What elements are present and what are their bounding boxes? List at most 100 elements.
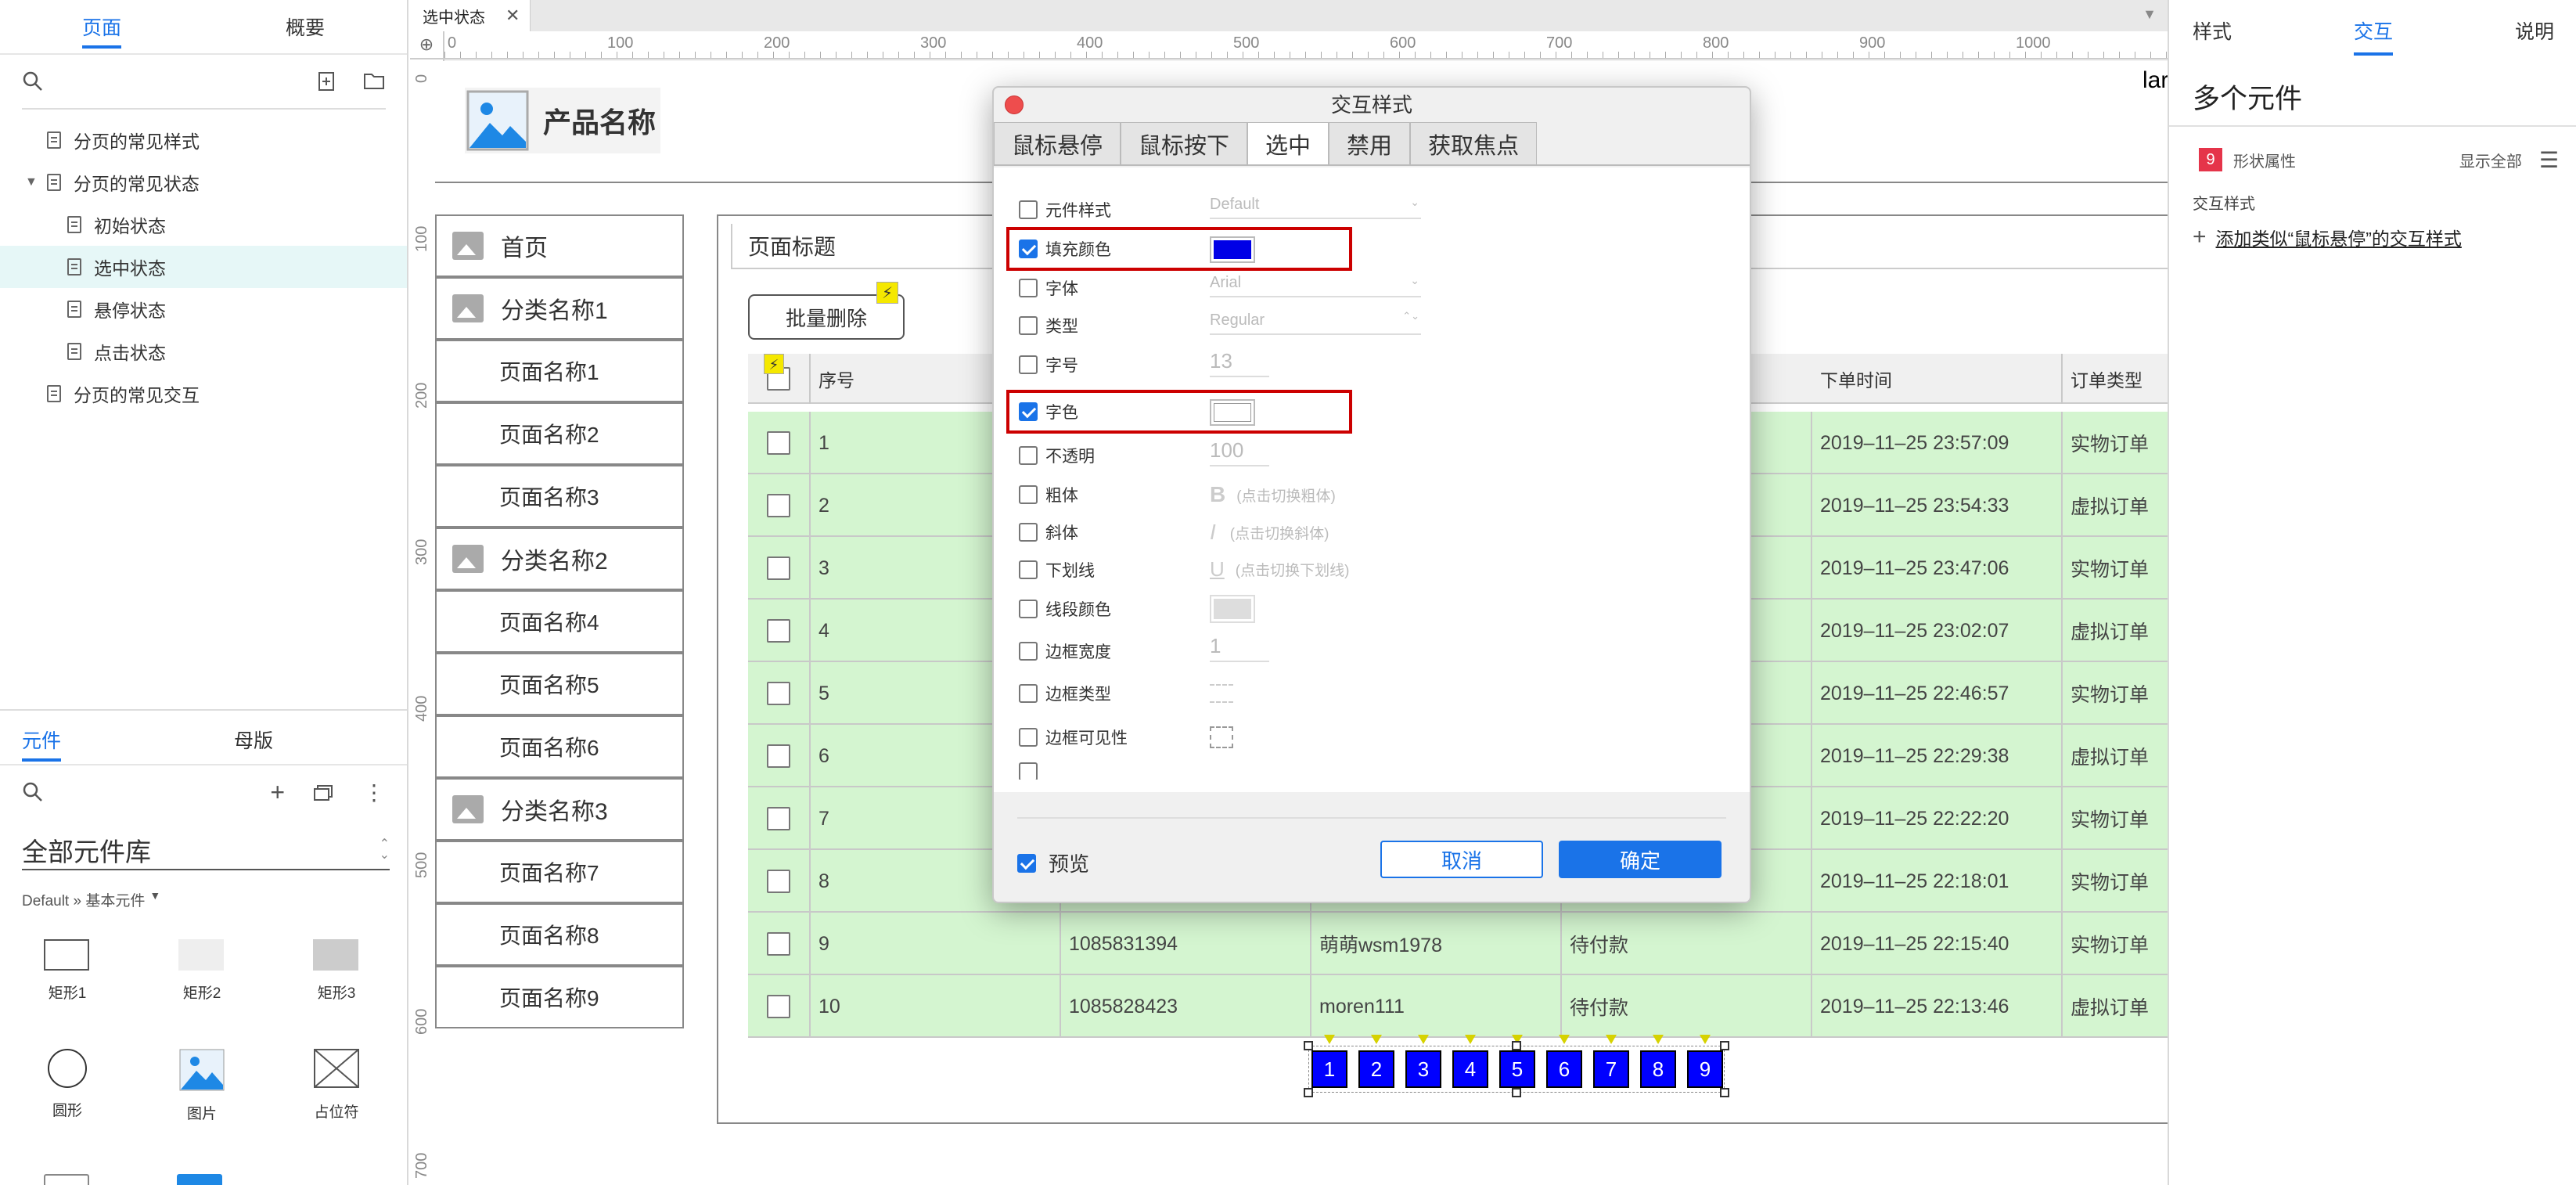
nav-page[interactable]: 页面名称7 <box>435 841 684 903</box>
checkbox[interactable] <box>1019 560 1038 579</box>
checkbox[interactable] <box>1019 200 1038 219</box>
row-checkbox[interactable] <box>767 744 790 768</box>
add-folder-icon[interactable] <box>363 71 385 90</box>
italic-toggle[interactable]: I (点击切换斜体) <box>1210 520 1329 545</box>
font-size-input[interactable]: 13 <box>1210 349 1269 377</box>
checkbox[interactable] <box>1019 600 1038 618</box>
checkbox[interactable] <box>1019 316 1038 335</box>
nav-home[interactable]: 首页 <box>435 214 684 277</box>
tab-interaction[interactable]: 交互 <box>2353 16 2393 56</box>
crosshair-icon[interactable]: ⊕ <box>419 34 434 55</box>
nav-page[interactable]: 页面名称3 <box>435 465 684 528</box>
selection-handle[interactable] <box>1512 1041 1521 1050</box>
page-number-button[interactable]: 1 <box>1311 1050 1347 1088</box>
checkbox[interactable] <box>1019 355 1038 374</box>
border-visibility-icon[interactable] <box>1210 726 1233 748</box>
nav-page[interactable]: 页面名称8 <box>435 903 684 966</box>
nav-page[interactable]: 页面名称6 <box>435 715 684 778</box>
search-icon[interactable] <box>22 781 44 803</box>
add-page-icon[interactable] <box>318 71 336 92</box>
widget-rect2[interactable]: 矩形2 <box>178 939 225 1005</box>
checkbox[interactable] <box>1019 642 1038 661</box>
tab-hover[interactable]: 鼠标悬停 <box>994 122 1121 164</box>
row-checkbox[interactable] <box>767 932 790 956</box>
selection-handle[interactable] <box>1720 1088 1729 1097</box>
opacity-input[interactable]: 100 <box>1210 438 1269 466</box>
add-interaction-style-link[interactable]: + 添加类似“鼠标悬停”的交互样式 <box>2193 224 2462 250</box>
library-icon[interactable] <box>313 783 335 801</box>
product-logo[interactable]: 产品名称 <box>465 88 660 153</box>
prop-font-type[interactable]: 类型 <box>1019 310 1078 341</box>
library-select[interactable]: 全部元件库 ⌃ ⌄ <box>22 831 390 870</box>
nav-page[interactable]: 页面名称1 <box>435 340 684 402</box>
border-width-input[interactable]: 1 <box>1210 634 1269 662</box>
checkbox[interactable] <box>1019 523 1038 542</box>
tab-notes[interactable]: 说明 <box>2515 16 2554 45</box>
prop-font[interactable]: 字体 <box>1019 272 1078 304</box>
dialog-titlebar[interactable]: 交互样式 <box>994 88 1750 122</box>
show-all-link[interactable]: 显示全部 <box>2459 149 2522 171</box>
prop-underline[interactable]: 下划线 <box>1019 554 1095 585</box>
doc-tab[interactable]: 选中状态 ✕ <box>410 0 531 31</box>
prop-border-type[interactable]: 边框类型 <box>1019 678 1111 709</box>
nav-category-2[interactable]: 分类名称2 <box>435 528 684 590</box>
widget-circle[interactable]: 圆形 <box>44 1049 91 1127</box>
prop-border-width[interactable]: 边框宽度 <box>1019 636 1111 667</box>
checkbox[interactable] <box>1019 446 1038 465</box>
checkbox[interactable] <box>1019 485 1038 504</box>
preview-option[interactable]: 预览 <box>1017 848 1089 877</box>
font-color-swatch[interactable] <box>1210 399 1255 426</box>
props-scroll-area[interactable]: 元件样式 Default ⌄ 填充颜色 字体 Arial ⌄ 类型 Regular ⌃… <box>994 167 1750 792</box>
widget-rect3[interactable]: 矩形3 <box>313 939 360 1005</box>
widget-image[interactable]: 图片 <box>177 1049 227 1127</box>
row-checkbox[interactable] <box>767 619 790 643</box>
tab-widgets[interactable]: 元件 <box>0 726 195 762</box>
checkbox[interactable] <box>1019 728 1038 747</box>
page-number-button[interactable]: 3 <box>1405 1050 1441 1088</box>
dropdown-caret-icon[interactable]: ▼ <box>2142 6 2157 23</box>
table-row[interactable]: 10 1085828423 moren111 待付款 2019–11–25 22:13:… <box>748 975 2168 1038</box>
tree-item[interactable]: 点击状态 <box>0 330 407 373</box>
menu-icon[interactable]: ☰ <box>2539 147 2559 173</box>
widget-placeholder[interactable]: 占位符 <box>313 1049 360 1127</box>
row-checkbox[interactable] <box>767 682 790 705</box>
row-checkbox[interactable] <box>767 556 790 580</box>
nav-page[interactable]: 页面名称9 <box>435 966 684 1028</box>
line-color-swatch[interactable] <box>1210 595 1255 623</box>
prop-italic[interactable]: 斜体 <box>1019 517 1078 548</box>
library-breadcrumb[interactable]: Default » 基本元件 ▼ <box>22 889 160 910</box>
cancel-button[interactable]: 取消 <box>1380 841 1543 878</box>
caret-down-icon[interactable]: ▼ <box>25 175 38 189</box>
bold-toggle[interactable]: B (点击切换粗体) <box>1210 482 1336 507</box>
page-number-button[interactable]: 8 <box>1640 1050 1676 1088</box>
more-icon[interactable]: ⋮ <box>363 780 385 805</box>
tab-focus[interactable]: 获取焦点 <box>1410 122 1538 164</box>
page-number-button[interactable]: 6 <box>1546 1050 1582 1088</box>
checkbox[interactable] <box>1019 684 1038 703</box>
preview-checkbox[interactable] <box>1017 853 1036 873</box>
tree-item[interactable]: 分页的常见交互 <box>0 373 407 415</box>
page-number-button[interactable]: 4 <box>1452 1050 1488 1088</box>
font-select[interactable]: Arial ⌄ <box>1210 274 1421 297</box>
plus-icon[interactable]: + <box>270 778 285 807</box>
selection-handle[interactable] <box>1304 1041 1313 1050</box>
nav-category-1[interactable]: 分类名称1 <box>435 277 684 340</box>
row-checkbox[interactable] <box>767 995 790 1018</box>
prop-opacity[interactable]: 不透明 <box>1019 440 1095 471</box>
prop-border-visibility[interactable]: 边框可见性 <box>1019 722 1128 753</box>
tab-selected[interactable]: 选中 <box>1247 122 1329 164</box>
checkbox-checked[interactable] <box>1019 402 1038 421</box>
checkbox[interactable] <box>1019 279 1038 297</box>
checkbox-checked[interactable] <box>1019 240 1038 258</box>
prop-font-size[interactable]: 字号 <box>1019 349 1078 380</box>
row-checkbox[interactable] <box>767 494 790 517</box>
search-icon[interactable] <box>22 70 44 92</box>
close-dot-icon[interactable] <box>1005 95 1024 114</box>
prop-font-color[interactable]: 字色 <box>1019 396 1078 427</box>
shape-props-row[interactable]: 9 形状属性 显示全部 ☰ <box>2199 146 2559 174</box>
prop-bold[interactable]: 粗体 <box>1019 479 1078 510</box>
selection-handle[interactable] <box>1720 1041 1729 1050</box>
tab-pages[interactable]: 页面 <box>0 13 203 49</box>
selection-handle[interactable] <box>1512 1088 1521 1097</box>
row-checkbox[interactable] <box>767 431 790 455</box>
